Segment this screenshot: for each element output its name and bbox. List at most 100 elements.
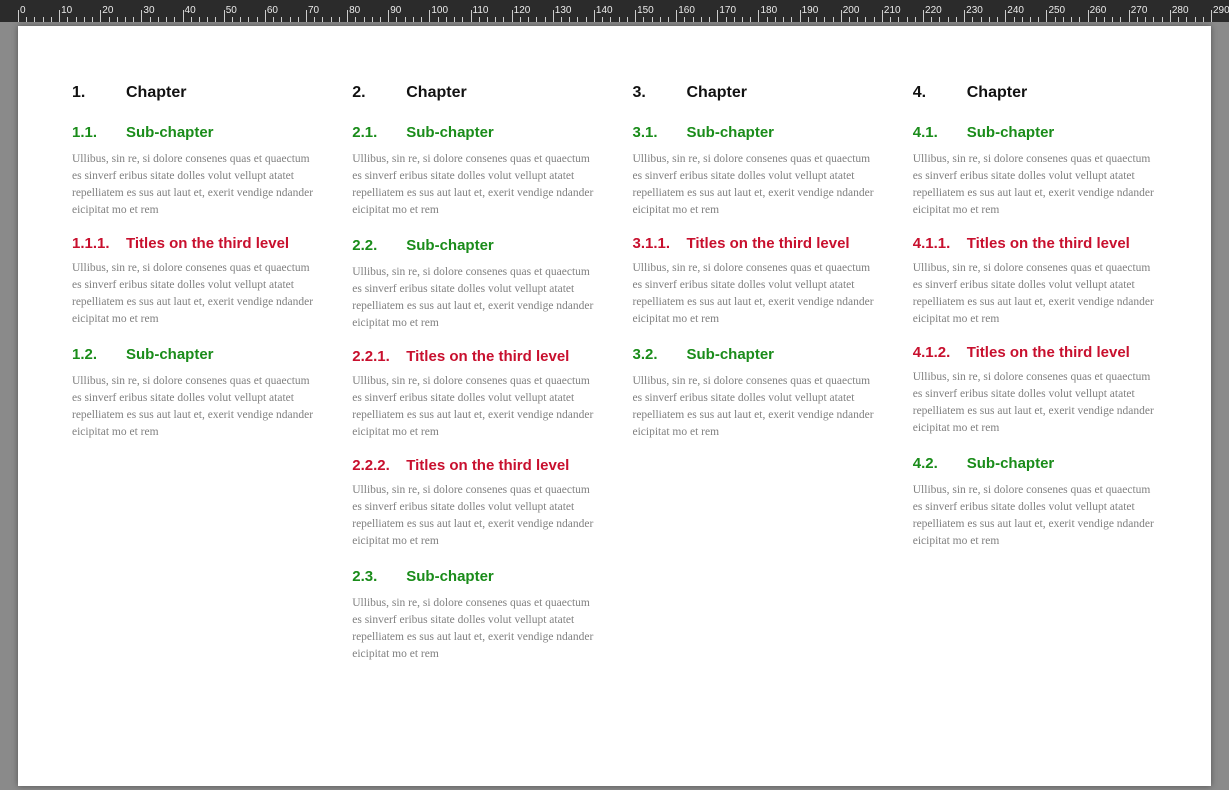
ruler-label: 170: [719, 5, 736, 16]
third-level-heading[interactable]: 4.1.2.Titles on the third level: [913, 344, 1157, 361]
subchapter-heading[interactable]: 4.2.Sub-chapter: [913, 455, 1157, 472]
heading-number: 4.1.1.: [913, 235, 967, 252]
chapter-number: 3.: [633, 84, 687, 102]
chapter-number: 4.: [913, 84, 967, 102]
heading-title: Sub-chapter: [967, 124, 1055, 141]
heading-number: 2.3.: [352, 568, 406, 585]
text-column[interactable]: 1.Chapter1.1.Sub-chapterUllibus, sin re,…: [72, 84, 316, 746]
body-paragraph[interactable]: Ullibus, sin re, si dolore consenes quas…: [72, 260, 316, 328]
ruler-label: 0: [20, 5, 26, 16]
heading-number: 3.1.: [633, 124, 687, 141]
ruler-label: 50: [226, 5, 237, 16]
body-paragraph[interactable]: Ullibus, sin re, si dolore consenes quas…: [913, 151, 1157, 219]
ruler-label: 110: [473, 5, 489, 16]
chapter-title: Chapter: [967, 84, 1027, 102]
ruler-label: 120: [514, 5, 531, 16]
third-level-heading[interactable]: 1.1.1.Titles on the third level: [72, 235, 316, 252]
body-paragraph[interactable]: Ullibus, sin re, si dolore consenes quas…: [352, 595, 596, 663]
ruler-label: 250: [1048, 5, 1065, 16]
chapter-title: Chapter: [406, 84, 466, 102]
subchapter-heading[interactable]: 2.2.Sub-chapter: [352, 237, 596, 254]
ruler-label: 190: [802, 5, 819, 16]
third-level-heading[interactable]: 3.1.1.Titles on the third level: [633, 235, 877, 252]
body-paragraph[interactable]: Ullibus, sin re, si dolore consenes quas…: [913, 369, 1157, 437]
ruler-label: 40: [185, 5, 196, 16]
heading-title: Titles on the third level: [967, 344, 1130, 361]
third-level-heading[interactable]: 4.1.1.Titles on the third level: [913, 235, 1157, 252]
body-paragraph[interactable]: Ullibus, sin re, si dolore consenes quas…: [72, 373, 316, 441]
heading-number: 4.2.: [913, 455, 967, 472]
heading-number: 2.2.: [352, 237, 406, 254]
heading-number: 4.1.2.: [913, 344, 967, 361]
subchapter-heading[interactable]: 4.1.Sub-chapter: [913, 124, 1157, 141]
canvas-area[interactable]: 1.Chapter1.1.Sub-chapterUllibus, sin re,…: [0, 22, 1229, 790]
body-paragraph[interactable]: Ullibus, sin re, si dolore consenes quas…: [352, 151, 596, 219]
chapter-number: 2.: [352, 84, 406, 102]
third-level-heading[interactable]: 2.2.1.Titles on the third level: [352, 348, 596, 365]
ruler-label: 10: [61, 5, 72, 16]
page[interactable]: 1.Chapter1.1.Sub-chapterUllibus, sin re,…: [18, 26, 1211, 786]
heading-title: Sub-chapter: [967, 455, 1055, 472]
ruler-label: 30: [143, 5, 154, 16]
text-column[interactable]: 3.Chapter3.1.Sub-chapterUllibus, sin re,…: [633, 84, 877, 746]
heading-title: Sub-chapter: [406, 568, 494, 585]
heading-title: Sub-chapter: [126, 346, 214, 363]
heading-title: Titles on the third level: [967, 235, 1130, 252]
body-paragraph[interactable]: Ullibus, sin re, si dolore consenes quas…: [72, 151, 316, 219]
subchapter-heading[interactable]: 1.1.Sub-chapter: [72, 124, 316, 141]
ruler-label: 160: [678, 5, 695, 16]
heading-number: 1.1.: [72, 124, 126, 141]
subchapter-heading[interactable]: 2.1.Sub-chapter: [352, 124, 596, 141]
ruler-label: 90: [390, 5, 401, 16]
heading-title: Sub-chapter: [687, 346, 775, 363]
ruler-label: 200: [843, 5, 860, 16]
heading-title: Titles on the third level: [406, 348, 569, 365]
ruler-label: 260: [1090, 5, 1107, 16]
heading-title: Titles on the third level: [126, 235, 289, 252]
text-column[interactable]: 2.Chapter 2.1.Sub-chapter Ullibus, sin re,…: [352, 84, 596, 746]
body-paragraph[interactable]: Ullibus, sin re, si dolore consenes quas…: [633, 260, 877, 328]
heading-title: Sub-chapter: [406, 237, 494, 254]
heading-number: 2.2.2.: [352, 457, 406, 474]
heading-title: Sub-chapter: [687, 124, 775, 141]
text-column[interactable]: 4.Chapter4.1.Sub-chapterUllibus, sin re,…: [913, 84, 1157, 746]
chapter-heading[interactable]: 1.Chapter: [72, 84, 316, 102]
subchapter-heading[interactable]: 3.2.Sub-chapter: [633, 346, 877, 363]
subchapter-heading[interactable]: 3.1.Sub-chapter: [633, 124, 877, 141]
subchapter-heading[interactable]: 2.3.Sub-chapter: [352, 568, 596, 585]
ruler-label: 280: [1172, 5, 1189, 16]
heading-number: 3.1.1.: [633, 235, 687, 252]
ruler-label: 100: [431, 5, 448, 16]
ruler-label: 270: [1131, 5, 1148, 16]
ruler-label: 290: [1213, 5, 1229, 16]
body-paragraph[interactable]: Ullibus, sin re, si dolore consenes quas…: [913, 482, 1157, 550]
heading-title: Sub-chapter: [126, 124, 214, 141]
body-paragraph[interactable]: Ullibus, sin re, si dolore consenes quas…: [633, 151, 877, 219]
subchapter-heading[interactable]: 1.2.Sub-chapter: [72, 346, 316, 363]
ruler-label: 20: [102, 5, 113, 16]
body-paragraph[interactable]: Ullibus, sin re, si dolore consenes quas…: [913, 260, 1157, 328]
chapter-heading[interactable]: 4.Chapter: [913, 84, 1157, 102]
horizontal-ruler[interactable]: 0102030405060708090100110120130140150160…: [0, 0, 1229, 22]
body-paragraph[interactable]: Ullibus, sin re, si dolore consenes quas…: [352, 373, 596, 441]
ruler-label: 130: [555, 5, 572, 16]
ruler-label: 240: [1007, 5, 1024, 16]
body-paragraph[interactable]: Ullibus, sin re, si dolore consenes quas…: [352, 264, 596, 332]
third-level-heading[interactable]: 2.2.2.Titles on the third level: [352, 457, 596, 474]
chapter-title: Chapter: [126, 84, 186, 102]
body-paragraph[interactable]: Ullibus, sin re, si dolore consenes quas…: [633, 373, 877, 441]
heading-number: 1.2.: [72, 346, 126, 363]
body-paragraph[interactable]: Ullibus, sin re, si dolore consenes quas…: [352, 482, 596, 550]
ruler-label: 80: [349, 5, 360, 16]
heading-number: 1.1.1.: [72, 235, 126, 252]
heading-number: 4.1.: [913, 124, 967, 141]
ruler-label: 60: [267, 5, 278, 16]
ruler-label: 140: [596, 5, 613, 16]
ruler-label: 230: [966, 5, 983, 16]
ruler-label: 70: [308, 5, 319, 16]
ruler-label: 220: [925, 5, 942, 16]
heading-title: Titles on the third level: [406, 457, 569, 474]
chapter-heading[interactable]: 3.Chapter: [633, 84, 877, 102]
heading-title: Sub-chapter: [406, 124, 494, 141]
chapter-heading[interactable]: 2.Chapter: [352, 84, 596, 102]
